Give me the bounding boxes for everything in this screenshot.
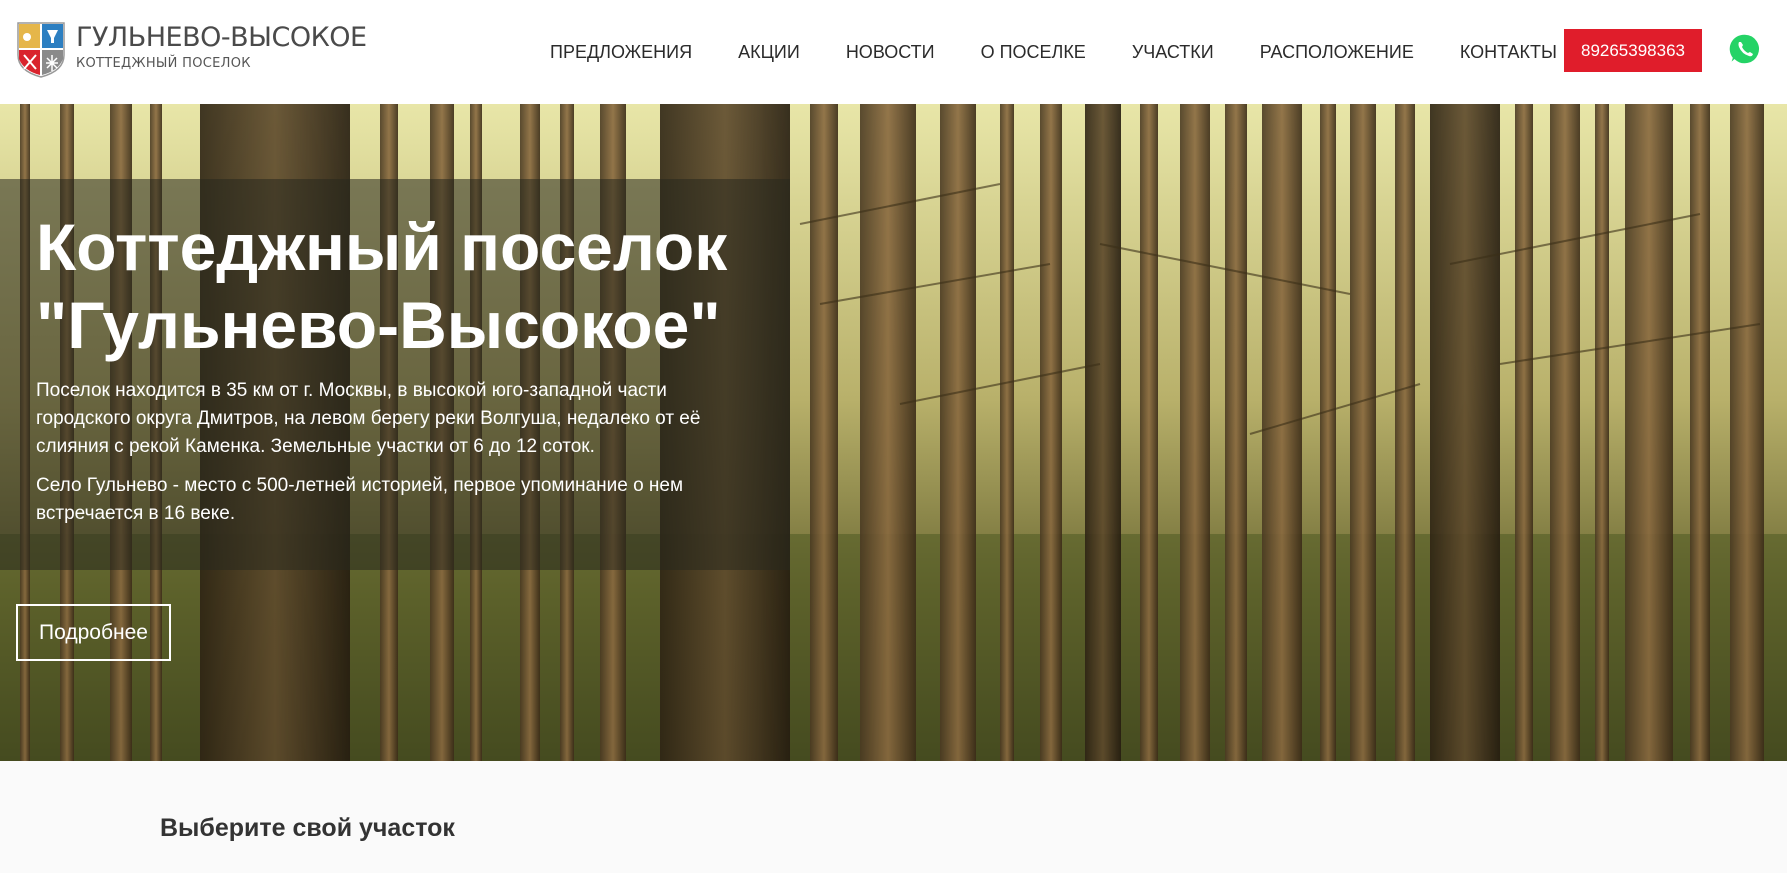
nav-item-location[interactable]: РАСПОЛОЖЕНИЕ [1260, 42, 1414, 63]
nav-item-plots[interactable]: УЧАСТКИ [1132, 42, 1214, 63]
site-header: ГУЛЬНЕВО-ВЫСОКОЕ КОТТЕДЖНЫЙ ПОСЕЛОК ПРЕД… [0, 0, 1787, 104]
main-nav: ПРЕДЛОЖЕНИЯ АКЦИИ НОВОСТИ О ПОСЕЛКЕ УЧАС… [550, 0, 1557, 104]
more-button[interactable]: Подробнее [16, 604, 171, 661]
hero-banner: Коттеджный поселок "Гульнево-Высокое" По… [0, 104, 1787, 761]
plots-section: Выберите свой участок [0, 761, 1787, 873]
hero-paragraph-location: Поселок находится в 35 км от г. Москвы, … [36, 380, 701, 457]
hero-paragraph-history: Село Гульнево - место с 500-летней истор… [36, 475, 684, 524]
section-title: Выберите свой участок [160, 814, 455, 842]
nav-item-offers[interactable]: ПРЕДЛОЖЕНИЯ [550, 42, 692, 63]
logo-link[interactable]: ГУЛЬНЕВО-ВЫСОКОЕ КОТТЕДЖНЫЙ ПОСЕЛОК [16, 21, 367, 79]
whatsapp-icon[interactable] [1728, 32, 1762, 66]
hero-title: Коттеджный поселок "Гульнево-Высокое" [36, 210, 728, 362]
coat-of-arms-icon [17, 22, 65, 78]
nav-item-news[interactable]: НОВОСТИ [846, 42, 935, 63]
nav-item-contacts[interactable]: КОНТАКТЫ [1460, 42, 1557, 63]
logo-subtitle: КОТТЕДЖНЫЙ ПОСЕЛОК [76, 56, 251, 71]
phone-button[interactable]: 89265398363 [1564, 29, 1702, 72]
logo-title: ГУЛЬНЕВО-ВЫСОКОЕ [76, 22, 367, 53]
nav-item-about[interactable]: О ПОСЕЛКЕ [981, 42, 1086, 63]
nav-item-promotions[interactable]: АКЦИИ [738, 42, 800, 63]
